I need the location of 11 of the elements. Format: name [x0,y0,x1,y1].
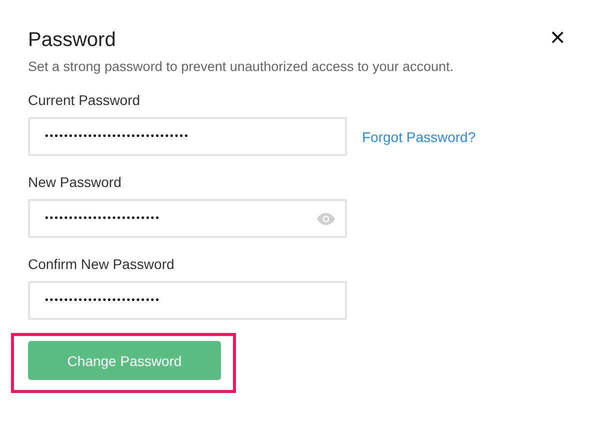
password-field[interactable]: •••••••••••••••••••••••••••••• [28,117,347,156]
field-label: Current Password [28,92,140,108]
dialog-title: Password [28,28,116,52]
field-label: Confirm New Password [28,256,174,272]
field-label: New Password [28,174,122,190]
close-button[interactable]: × [546,24,570,50]
eye-icon[interactable] [317,212,335,224]
dialog-subtitle: Set a strong password to prevent unauthorized access to your account. [28,59,454,74]
forgot-password-link[interactable]: Forgot Password? [362,128,476,144]
password-field[interactable]: •••••••••••••••••••••••• [28,281,347,320]
password-field[interactable]: •••••••••••••••••••••••• [28,199,347,238]
